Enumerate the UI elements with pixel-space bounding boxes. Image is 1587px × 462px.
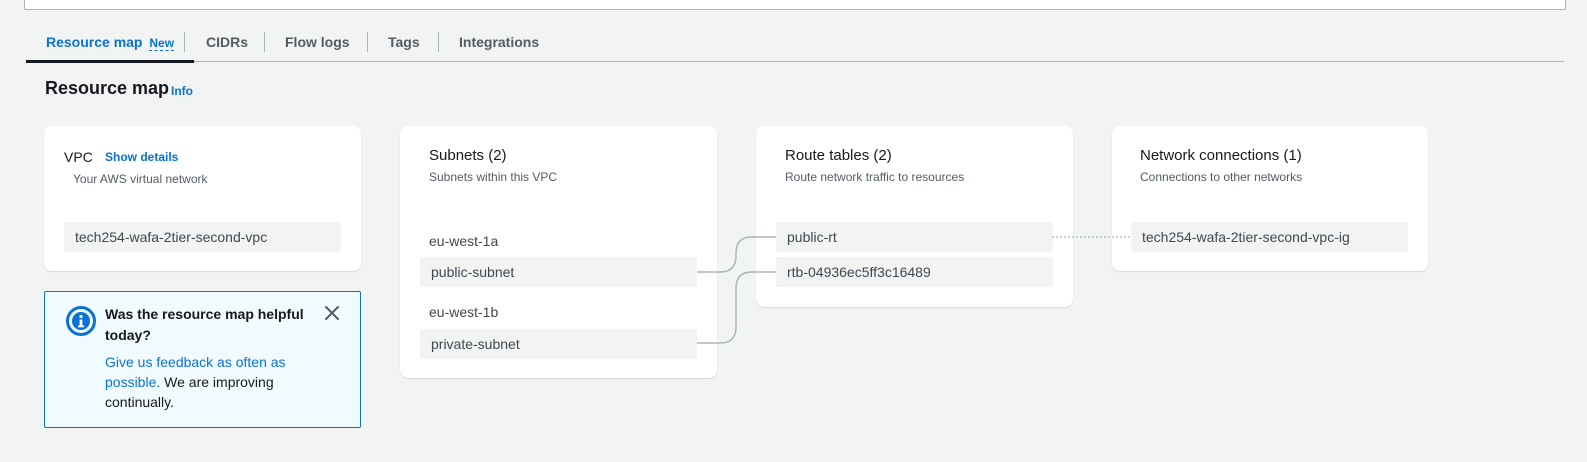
network-connections-card: Network connections (1) Connections to o… xyxy=(1112,126,1428,271)
subnet-public[interactable]: public-subnet xyxy=(420,257,697,287)
page-title: Resource map xyxy=(45,78,170,98)
availability-zone-label: eu-west-1a xyxy=(429,233,499,249)
show-details-link[interactable]: Show details xyxy=(105,150,178,164)
subnet-private[interactable]: private-subnet xyxy=(420,329,697,359)
tab-divider xyxy=(184,32,185,52)
vpc-subtitle: Your AWS virtual network xyxy=(73,172,208,186)
availability-zone-label: eu-west-1b xyxy=(429,304,499,320)
subnets-subtitle: Subnets within this VPC xyxy=(429,170,558,184)
tab-divider xyxy=(438,32,439,52)
close-icon[interactable] xyxy=(323,304,341,322)
top-panel xyxy=(24,0,1566,10)
info-icon xyxy=(66,306,96,336)
vpc-name-pill[interactable]: tech254-wafa-2tier-second-vpc xyxy=(64,222,341,252)
feedback-alert: Was the resource map helpful today? Give… xyxy=(44,291,361,428)
feedback-body: Give us feedback as often as possible. W… xyxy=(105,352,315,412)
tab-cidrs[interactable]: CIDRs xyxy=(206,30,248,62)
new-badge: New xyxy=(149,36,175,51)
tab-divider xyxy=(367,32,368,52)
tab-label: Resource map xyxy=(46,34,143,50)
info-link[interactable]: Info xyxy=(171,84,193,98)
subnets-card: Subnets (2) Subnets within this VPC eu-w… xyxy=(400,126,717,378)
tab-resource-map[interactable]: Resource map New xyxy=(25,30,195,63)
subnets-title: Subnets (2) xyxy=(429,147,507,164)
route-tables-subtitle: Route network traffic to resources xyxy=(785,170,965,184)
tab-flow-logs[interactable]: Flow logs xyxy=(285,30,350,62)
tab-tags[interactable]: Tags xyxy=(388,30,420,62)
route-table-default[interactable]: rtb-04936ec5ff3c16489 xyxy=(776,257,1053,287)
tab-divider xyxy=(264,32,265,52)
vpc-title: VPC xyxy=(64,149,93,165)
tab-bar: Resource map New CIDRs Flow logs Tags In… xyxy=(25,30,1564,63)
tab-integrations[interactable]: Integrations xyxy=(459,30,539,62)
vpc-card: VPC Show details Your AWS virtual networ… xyxy=(44,126,361,271)
route-table-public[interactable]: public-rt xyxy=(776,222,1053,252)
route-tables-card: Route tables (2) Route network traffic t… xyxy=(756,126,1073,307)
internet-gateway-pill[interactable]: tech254-wafa-2tier-second-vpc-ig xyxy=(1131,222,1408,252)
route-tables-title: Route tables (2) xyxy=(785,147,892,164)
feedback-title: Was the resource map helpful today? xyxy=(105,306,304,343)
network-connections-subtitle: Connections to other networks xyxy=(1140,170,1303,184)
network-connections-title: Network connections (1) xyxy=(1140,147,1302,164)
